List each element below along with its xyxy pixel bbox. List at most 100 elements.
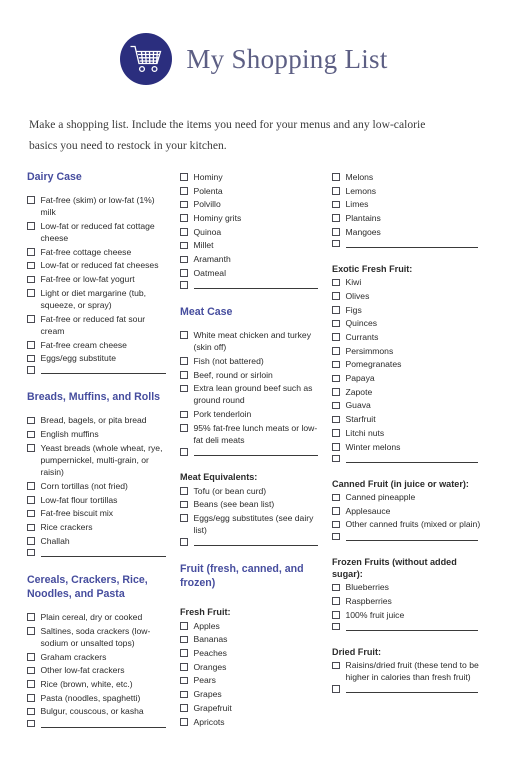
checklist-item[interactable]: Mangoes <box>332 226 482 238</box>
write-in-item[interactable] <box>332 454 482 463</box>
checkbox[interactable] <box>332 228 340 236</box>
checkbox[interactable] <box>180 487 188 495</box>
checklist-item[interactable]: Fat-free biscuit mix <box>27 507 170 519</box>
checklist-item[interactable]: Starfruit <box>332 413 482 425</box>
checklist-item[interactable]: Rice crackers <box>27 521 170 533</box>
checkbox[interactable] <box>27 627 35 635</box>
checklist-item[interactable]: Plantains <box>332 212 482 224</box>
checklist-item[interactable]: Applesauce <box>332 505 482 517</box>
checklist-item[interactable]: Beef, round or sirloin <box>180 369 322 381</box>
write-in-line[interactable] <box>345 240 478 248</box>
checklist-item[interactable]: Figs <box>332 304 482 316</box>
checkbox[interactable] <box>332 333 340 341</box>
checklist-item[interactable]: Olives <box>332 290 482 302</box>
checkbox[interactable] <box>332 214 340 222</box>
checkbox[interactable] <box>332 520 340 529</box>
checkbox[interactable] <box>180 214 188 222</box>
write-in-line[interactable] <box>345 533 478 541</box>
checkbox[interactable] <box>27 680 35 688</box>
checkbox[interactable] <box>180 663 188 671</box>
checkbox[interactable] <box>180 241 188 250</box>
checklist-item[interactable]: Oranges <box>180 661 322 673</box>
checkbox[interactable] <box>27 289 35 297</box>
write-in-line[interactable] <box>345 623 478 631</box>
checkbox[interactable] <box>332 429 340 437</box>
checklist-item[interactable]: Low-fat flour tortillas <box>27 494 170 506</box>
write-in-item[interactable] <box>27 366 170 375</box>
checkbox[interactable] <box>180 635 188 644</box>
write-in-line[interactable] <box>40 549 166 557</box>
checkbox[interactable] <box>332 493 340 502</box>
checklist-item[interactable]: Zapote <box>332 386 482 398</box>
checklist-item[interactable]: Apples <box>180 620 322 632</box>
checklist-item[interactable]: Pasta (noodles, spaghetti) <box>27 692 170 704</box>
checklist-item[interactable]: Kiwi <box>332 276 482 288</box>
checklist-item[interactable]: Millet <box>180 239 322 251</box>
checkbox[interactable] <box>332 278 340 287</box>
checkbox[interactable] <box>180 281 188 289</box>
checkbox[interactable] <box>180 371 188 379</box>
checkbox[interactable] <box>180 538 188 546</box>
checklist-item[interactable]: Quinces <box>332 317 482 329</box>
write-in-item[interactable] <box>180 281 322 289</box>
checklist-item[interactable]: 95% fat-free lunch meats or low-fat deli… <box>180 422 322 446</box>
checkbox[interactable] <box>332 239 340 248</box>
checkbox[interactable] <box>180 704 188 712</box>
checkbox[interactable] <box>27 666 35 675</box>
checklist-item[interactable]: Plain cereal, dry or cooked <box>27 611 170 623</box>
checkbox[interactable] <box>332 454 340 463</box>
checkbox[interactable] <box>332 374 340 383</box>
write-in-item[interactable] <box>27 548 170 557</box>
checkbox[interactable] <box>332 347 340 355</box>
checklist-item[interactable]: Other canned fruits (mixed or plain) <box>332 518 482 530</box>
checkbox[interactable] <box>27 707 35 716</box>
checkbox[interactable] <box>180 448 188 456</box>
checklist-item[interactable]: Beans (see bean list) <box>180 498 322 510</box>
checklist-item[interactable]: Pears <box>180 674 322 686</box>
write-in-item[interactable] <box>180 448 322 457</box>
checklist-item[interactable]: Hominy <box>180 171 322 183</box>
checklist-item[interactable]: Oatmeal <box>180 267 322 279</box>
checkbox[interactable] <box>27 482 35 490</box>
checkbox[interactable] <box>332 388 340 396</box>
checkbox[interactable] <box>27 366 35 374</box>
checklist-item[interactable]: Fat-free or low-fat yogurt <box>27 273 170 285</box>
write-in-line[interactable] <box>193 448 318 457</box>
checkbox[interactable] <box>332 622 340 631</box>
checklist-item[interactable]: Quinoa <box>180 226 322 238</box>
checkbox[interactable] <box>332 597 340 605</box>
checklist-item[interactable]: Grapefruit <box>180 702 322 714</box>
checklist-item[interactable]: Guava <box>332 399 482 411</box>
checklist-item[interactable]: Grapes <box>180 688 322 700</box>
checklist-item[interactable]: Fish (not battered) <box>180 355 322 367</box>
checklist-item[interactable]: Extra lean ground beef such as ground ro… <box>180 382 322 406</box>
checklist-item[interactable]: Corn tortillas (not fried) <box>27 480 170 492</box>
checklist-item[interactable]: Pork tenderloin <box>180 408 322 420</box>
checkbox[interactable] <box>332 685 340 693</box>
checkbox[interactable] <box>27 341 35 349</box>
checklist-item[interactable]: Low-fat or reduced fat cheeses <box>27 259 170 271</box>
checkbox[interactable] <box>27 719 35 728</box>
checklist-item[interactable]: Canned pineapple <box>332 491 482 503</box>
checklist-item[interactable]: Tofu (or bean curd) <box>180 485 322 497</box>
checkbox[interactable] <box>180 676 188 685</box>
checkbox[interactable] <box>332 306 340 314</box>
checklist-item[interactable]: Pomegranates <box>332 358 482 370</box>
checkbox[interactable] <box>180 514 188 522</box>
checkbox[interactable] <box>27 537 35 545</box>
checklist-item[interactable]: Rice (brown, white, etc.) <box>27 678 170 690</box>
checkbox[interactable] <box>332 401 340 410</box>
checkbox[interactable] <box>180 331 188 339</box>
checklist-item[interactable]: Litchi nuts <box>332 427 482 439</box>
checkbox[interactable] <box>332 532 340 541</box>
checkbox[interactable] <box>180 173 188 181</box>
checklist-item[interactable]: Aramanth <box>180 253 322 265</box>
checklist-item[interactable]: Persimmons <box>332 345 482 357</box>
checkbox[interactable] <box>27 444 35 452</box>
checklist-item[interactable]: Fat-free cream cheese <box>27 339 170 351</box>
checklist-item[interactable]: White meat chicken and turkey (skin off) <box>180 329 322 353</box>
write-in-line[interactable] <box>193 538 318 547</box>
checkbox[interactable] <box>180 690 188 699</box>
checklist-item[interactable]: Limes <box>332 198 482 210</box>
checkbox[interactable] <box>27 694 35 702</box>
